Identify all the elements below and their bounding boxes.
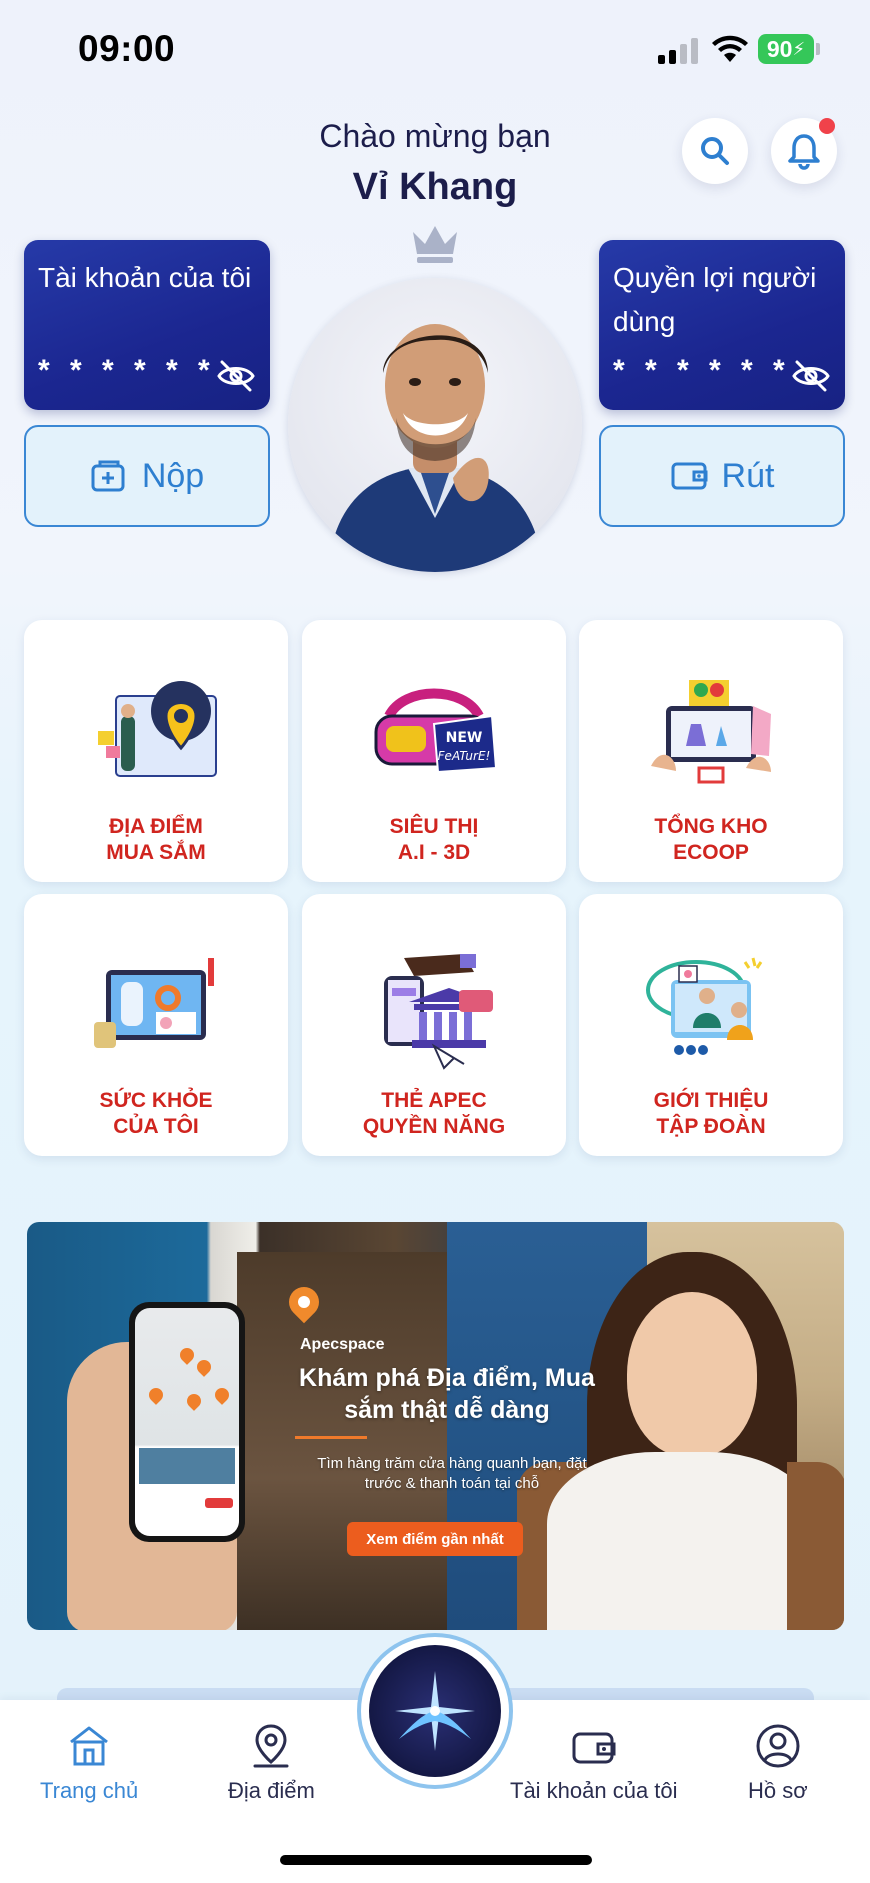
vr-headset-icon: NEW FeATurE!	[374, 688, 498, 774]
feature-label: THẺ APEC QUYỀN NĂNG	[362, 1089, 506, 1138]
user-avatar[interactable]	[288, 278, 582, 572]
withdraw-button[interactable]: Rút	[599, 425, 845, 527]
health-tablet-icon	[94, 958, 214, 1048]
banner-title: Khám phá Địa điểm, Mua sắm thật dễ dàng	[299, 1364, 595, 1424]
feature-shopping-places[interactable]: ĐỊA ĐIỂM MUA SẮM	[24, 620, 288, 882]
banner-brand: Apecspace	[300, 1336, 385, 1353]
tab-home[interactable]: Trang chủ	[40, 1722, 138, 1804]
deposit-icon	[91, 460, 125, 492]
shopping-tablet-icon	[651, 680, 771, 784]
svg-text:FeATurE!: FeATurE!	[438, 749, 491, 763]
user-benefits-balance-masked: * * * * * *	[613, 354, 791, 387]
deposit-label: Nộp	[141, 456, 205, 495]
feature-label: ĐỊA ĐIỂM MUA SẮM	[106, 815, 206, 864]
map-pin-icon	[194, 1357, 214, 1377]
bell-icon	[788, 134, 820, 170]
eye-off-icon[interactable]	[216, 358, 256, 394]
center-logo	[369, 1645, 501, 1777]
home-indicator	[280, 1855, 592, 1865]
team-computer-icon	[646, 957, 763, 1055]
location-icon	[253, 1724, 289, 1768]
wallet-icon	[572, 1732, 616, 1764]
banner-cta-button[interactable]: Xem điểm gần nhất	[347, 1522, 523, 1556]
center-action-button[interactable]	[357, 1633, 513, 1789]
map-pin-icon	[212, 1385, 232, 1405]
feature-apec-card[interactable]: THẺ APEC QUYỀN NĂNG	[302, 894, 566, 1156]
withdraw-icon	[671, 462, 708, 490]
my-account-title: Tài khoản của tôi	[38, 262, 252, 293]
battery-icon: 90 ⚡	[758, 34, 814, 64]
feature-label: SIÊU THỊ A.I - 3D	[389, 815, 479, 864]
tab-profile-label: Hồ sơ	[748, 1778, 808, 1803]
map-pin-shopping-icon	[98, 681, 217, 777]
banner-description: Tìm hàng trăm cửa hàng quanh bạn, đặt tr…	[317, 1455, 587, 1492]
banner-phone	[129, 1302, 245, 1542]
crown-icon	[413, 226, 457, 263]
phone-building-photo	[139, 1448, 235, 1484]
map-pin-icon	[146, 1385, 166, 1405]
search-button[interactable]	[682, 118, 748, 184]
home-icon	[70, 1726, 109, 1766]
status-time: 09:00	[78, 28, 176, 69]
tab-places[interactable]: Địa điểm	[228, 1722, 315, 1804]
map-pin-icon	[177, 1345, 197, 1365]
profile-icon	[756, 1724, 800, 1768]
feature-my-health[interactable]: SỨC KHỎE CỦA TÔI	[24, 894, 288, 1156]
feature-group-intro[interactable]: GIỚI THIỆU TẬP ĐOÀN	[579, 894, 843, 1156]
phone-cta	[205, 1498, 233, 1508]
withdraw-label: Rút	[721, 456, 775, 495]
banner-woman-face	[627, 1292, 757, 1457]
tab-home-label: Trang chủ	[40, 1778, 139, 1803]
banner-shop-interior	[237, 1252, 457, 1630]
deposit-button[interactable]: Nộp	[24, 425, 270, 527]
tab-profile[interactable]: Hồ sơ	[748, 1722, 808, 1804]
avatar-portrait	[328, 324, 543, 572]
battery-tip	[816, 43, 820, 55]
tab-my-account-label: Tài khoản của tôi	[510, 1778, 678, 1803]
bank-card-icon	[384, 954, 493, 1070]
svg-text:NEW: NEW	[446, 730, 483, 746]
banner-divider	[295, 1436, 367, 1439]
wifi-icon	[712, 35, 748, 62]
tab-my-account[interactable]: Tài khoản của tôi	[510, 1722, 678, 1804]
notification-badge	[819, 118, 835, 134]
banner-woman-cardigan	[787, 1462, 844, 1630]
map-pin-icon	[184, 1391, 204, 1411]
feature-ai-3d-supermarket[interactable]: NEW FeATurE! SIÊU THỊ A.I - 3D	[302, 620, 566, 882]
my-account-card[interactable]: Tài khoản của tôi * * * * * *	[24, 240, 270, 410]
banner-phone-map	[135, 1308, 239, 1536]
feature-label: TỔNG KHO ECOOP	[654, 815, 768, 864]
feature-label: SỨC KHỎE CỦA TÔI	[99, 1089, 213, 1138]
feature-ecoop-warehouse[interactable]: TỔNG KHO ECOOP	[579, 620, 843, 882]
promo-banner[interactable]: Apecspace Khám phá Địa điểm, Mua sắm thậ…	[27, 1222, 844, 1630]
feature-label: GIỚI THIỆU TẬP ĐOÀN	[653, 1089, 769, 1138]
tab-places-label: Địa điểm	[228, 1778, 315, 1803]
user-benefits-title: Quyền lợi người dùng	[613, 262, 817, 337]
eye-off-icon[interactable]	[791, 358, 831, 394]
search-icon	[701, 137, 729, 165]
battery-level: 90	[766, 35, 793, 62]
star-logo-icon	[395, 1671, 475, 1751]
my-account-balance-masked: * * * * * *	[38, 354, 216, 387]
status-bar: 09:00 90 ⚡	[0, 0, 870, 100]
cellular-signal-icon	[658, 38, 700, 64]
notification-button[interactable]	[771, 118, 837, 184]
user-benefits-card[interactable]: Quyền lợi người dùng * * * * * *	[599, 240, 845, 410]
